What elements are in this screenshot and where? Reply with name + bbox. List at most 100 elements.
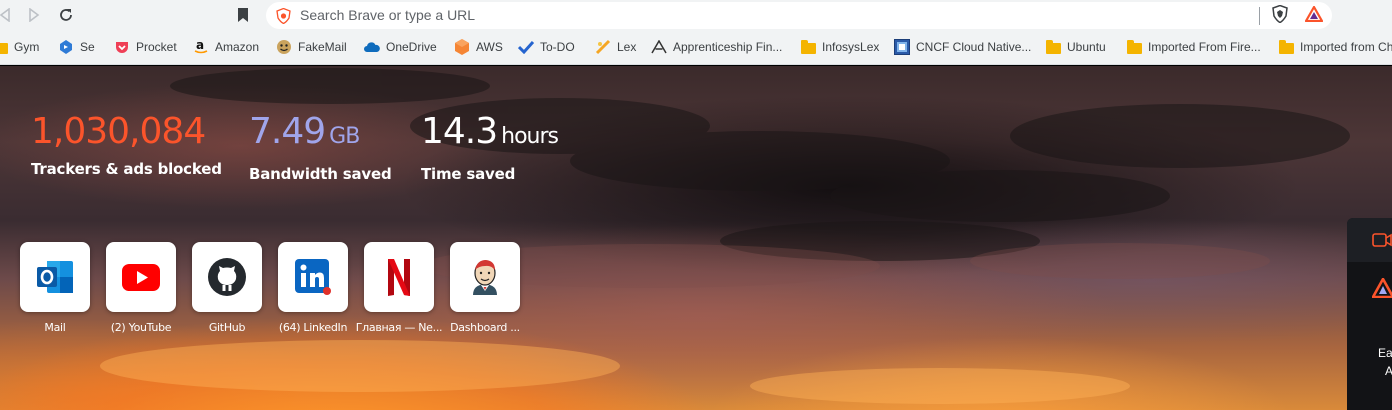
tile-icon-box[interactable] bbox=[106, 242, 176, 312]
video-call-icon[interactable] bbox=[1372, 233, 1392, 247]
tile-label: GitHub bbox=[208, 321, 246, 334]
bookmark-label: Imported From Fire... bbox=[1148, 40, 1261, 54]
jenkins-icon bbox=[473, 260, 497, 295]
time-unit: hours bbox=[501, 124, 559, 149]
bookmark-se[interactable]: Se bbox=[58, 39, 95, 55]
bookmark-lex[interactable]: Lex bbox=[595, 39, 636, 55]
stat-time: 14.3 hours Time saved bbox=[421, 110, 559, 183]
bookmark-fakemail[interactable]: FakeMail bbox=[276, 39, 347, 55]
stat-bandwidth: 7.49 GB Bandwidth saved bbox=[249, 110, 392, 183]
aws-icon bbox=[454, 39, 470, 55]
url-divider bbox=[1259, 7, 1260, 25]
tile-icon-box[interactable] bbox=[364, 242, 434, 312]
bandwidth-value-row: 7.49 GB bbox=[249, 110, 392, 159]
bookmarks-bar: Gym Se Procket a Amazon FakeMail OneDriv… bbox=[0, 31, 1392, 65]
bookmark-ubuntu[interactable]: Ubuntu bbox=[1045, 39, 1106, 55]
amazon-icon: a bbox=[193, 39, 209, 55]
bookmark-label: FakeMail bbox=[298, 40, 347, 54]
trackers-label: Trackers & ads blocked bbox=[31, 160, 222, 178]
folder-icon bbox=[800, 39, 816, 55]
browser-toolbar: Search Brave or type a URL bbox=[0, 0, 1392, 31]
bookmark-label: Se bbox=[80, 40, 95, 54]
bookmark-label: Amazon bbox=[215, 40, 260, 54]
side-panel-text-2: A bbox=[1385, 364, 1392, 378]
forward-button[interactable] bbox=[23, 4, 45, 26]
top-site-youtube[interactable]: (2) YouTube bbox=[106, 242, 176, 334]
bookmark-label: Imported from Ch bbox=[1300, 40, 1392, 54]
trackers-count: 1,030,084 bbox=[31, 111, 206, 152]
time-value-row: 14.3 hours bbox=[421, 110, 559, 159]
bookmark-icon bbox=[238, 8, 248, 22]
folder-icon bbox=[1045, 39, 1061, 55]
bookmark-label: OneDrive bbox=[386, 40, 437, 54]
bookmark-button[interactable] bbox=[232, 4, 254, 26]
folder-icon bbox=[1278, 39, 1294, 55]
linkedin-icon bbox=[295, 259, 331, 295]
bookmark-label: Gym bbox=[14, 40, 40, 54]
side-panel-header[interactable] bbox=[1347, 218, 1392, 262]
back-arrow-icon bbox=[0, 8, 10, 22]
svg-text:a: a bbox=[196, 39, 204, 52]
brave-rewards-icon[interactable] bbox=[1305, 5, 1323, 23]
stat-trackers: 1,030,084 Trackers & ads blocked bbox=[31, 110, 222, 178]
pocket-icon bbox=[114, 39, 130, 55]
address-bar[interactable]: Search Brave or type a URL bbox=[266, 2, 1332, 29]
bookmark-label: InfosysLex bbox=[822, 40, 880, 54]
github-icon bbox=[208, 258, 246, 296]
bookmark-imported-firefox[interactable]: Imported From Fire... bbox=[1126, 39, 1261, 55]
tile-label: Mail bbox=[44, 321, 66, 334]
netflix-icon bbox=[388, 259, 410, 296]
bookmark-gym[interactable]: Gym bbox=[0, 39, 39, 55]
tile-icon-box[interactable] bbox=[278, 242, 348, 312]
tile-icon-box[interactable] bbox=[450, 242, 520, 312]
bandwidth-value: 7.49 bbox=[249, 111, 326, 152]
reload-button[interactable] bbox=[55, 4, 77, 26]
lex-icon bbox=[595, 39, 611, 55]
azure-devops-icon bbox=[58, 39, 74, 55]
time-label: Time saved bbox=[421, 165, 516, 183]
reload-icon bbox=[60, 9, 72, 21]
side-panel-text: Ea bbox=[1378, 346, 1392, 360]
tile-label: (2) YouTube bbox=[110, 321, 172, 334]
tile-label: Главная — Ne... bbox=[355, 321, 443, 334]
bookmark-apprenticeship[interactable]: Apprenticeship Fin... bbox=[651, 39, 782, 55]
bookmark-procket[interactable]: Procket bbox=[114, 39, 177, 55]
tile-label: Dashboard ... bbox=[450, 321, 520, 334]
bookmark-label: AWS bbox=[476, 40, 503, 54]
bookmark-label: Ubuntu bbox=[1067, 40, 1106, 54]
bandwidth-unit: GB bbox=[329, 124, 360, 149]
fakemail-icon bbox=[276, 39, 292, 55]
brave-shields-icon[interactable] bbox=[1271, 5, 1289, 23]
back-button[interactable] bbox=[0, 4, 16, 26]
brave-shield-icon[interactable] bbox=[276, 7, 291, 29]
forward-arrow-icon bbox=[29, 8, 40, 22]
bookmark-label: CNCF Cloud Native... bbox=[916, 40, 1032, 54]
tile-icon-box[interactable] bbox=[192, 242, 262, 312]
bookmark-amazon[interactable]: a Amazon bbox=[193, 39, 259, 55]
url-input[interactable]: Search Brave or type a URL bbox=[300, 7, 475, 23]
onedrive-icon bbox=[364, 39, 380, 55]
bookmark-cncf[interactable]: CNCF Cloud Native... bbox=[894, 39, 1031, 55]
top-site-mail[interactable]: Mail bbox=[20, 242, 90, 334]
top-site-linkedin[interactable]: (64) LinkedIn bbox=[278, 242, 348, 334]
bookmark-label: Apprenticeship Fin... bbox=[673, 40, 783, 54]
bookmark-onedrive[interactable]: OneDrive bbox=[364, 39, 437, 55]
bookmark-aws[interactable]: AWS bbox=[454, 39, 503, 55]
top-site-netflix[interactable]: Главная — Ne... bbox=[356, 242, 443, 334]
bookmark-label: Lex bbox=[617, 40, 637, 54]
outlook-icon bbox=[37, 261, 73, 293]
tile-label: (64) LinkedIn bbox=[278, 321, 348, 334]
bookmark-infosyslex[interactable]: InfosysLex bbox=[800, 39, 879, 55]
bookmark-todo[interactable]: To-DO bbox=[518, 39, 575, 55]
brave-news-side-panel: Ea A bbox=[1347, 218, 1392, 410]
tile-icon-box[interactable] bbox=[20, 242, 90, 312]
bookmark-label: Procket bbox=[136, 40, 177, 54]
time-value: 14.3 bbox=[421, 111, 498, 152]
brave-rewards-icon[interactable] bbox=[1372, 278, 1392, 298]
bookmark-imported-chrome[interactable]: Imported from Ch bbox=[1278, 39, 1392, 55]
youtube-icon bbox=[122, 263, 160, 291]
top-site-jenkins[interactable]: Dashboard ... bbox=[450, 242, 520, 334]
todo-icon bbox=[518, 39, 534, 55]
top-site-github[interactable]: GitHub bbox=[192, 242, 262, 334]
cncf-icon bbox=[894, 39, 910, 55]
